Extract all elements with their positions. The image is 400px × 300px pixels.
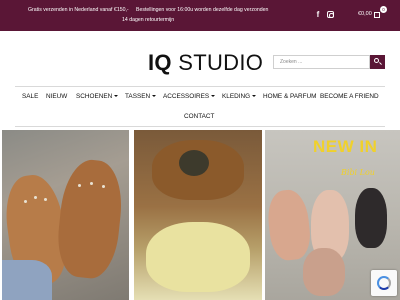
nav-divider-bottom bbox=[15, 126, 385, 127]
chevron-down-icon bbox=[252, 95, 257, 98]
shopping-bag-icon[interactable] bbox=[374, 12, 380, 18]
facebook-icon[interactable]: f bbox=[314, 10, 322, 20]
search-button[interactable] bbox=[370, 55, 385, 69]
chevron-down-icon bbox=[152, 95, 157, 98]
announcement-bar: Gratis verzenden in Nederland vanaf €150… bbox=[0, 0, 400, 31]
recaptcha-badge[interactable] bbox=[371, 270, 397, 296]
chevron-down-icon bbox=[114, 95, 119, 98]
cart-total[interactable]: €0,00 bbox=[358, 11, 372, 17]
nav-item-accessoires[interactable]: ACCESSOIRES bbox=[163, 93, 216, 101]
instagram-icon[interactable] bbox=[327, 11, 334, 18]
announcement-returns: 14 dagen retourtermijn bbox=[122, 17, 175, 23]
cart-count-badge: 0 bbox=[380, 6, 387, 13]
nav-divider-top bbox=[15, 86, 385, 87]
promo-title: NEW IN bbox=[313, 137, 378, 156]
nav-item-contact[interactable]: CONTACT bbox=[184, 113, 214, 121]
announcement-free-shipping: Gratis verzenden in Nederland vanaf €150… bbox=[28, 7, 129, 13]
nav-item-home-parfum[interactable]: HOME & PARFUM bbox=[263, 93, 317, 101]
nav-item-tassen[interactable]: TASSEN bbox=[125, 93, 157, 101]
chevron-down-icon bbox=[211, 95, 216, 98]
nav-item-nieuw[interactable]: NIEUW bbox=[46, 93, 67, 101]
announcement-same-day: Bestellingen voor 16:00u worden dezelfde… bbox=[136, 7, 269, 13]
recaptcha-icon bbox=[377, 276, 391, 290]
promo-subtitle: Bibi Lou bbox=[341, 168, 375, 177]
logo-studio: STUDIO bbox=[178, 50, 264, 75]
nav-item-kleding[interactable]: KLEDING bbox=[222, 93, 257, 101]
photo-tile-loafers[interactable] bbox=[134, 130, 262, 300]
nav-item-become-a-friend[interactable]: BECOME A FRIEND bbox=[320, 93, 379, 101]
nav-item-schoenen[interactable]: SCHOENEN bbox=[76, 93, 119, 101]
search-input[interactable] bbox=[273, 55, 370, 69]
site-logo[interactable]: IQ STUDIO bbox=[148, 50, 263, 76]
photo-tile-fringe-sandals[interactable] bbox=[2, 130, 129, 300]
nav-item-sale[interactable]: SALE bbox=[22, 93, 38, 101]
logo-iq: IQ bbox=[148, 50, 172, 75]
